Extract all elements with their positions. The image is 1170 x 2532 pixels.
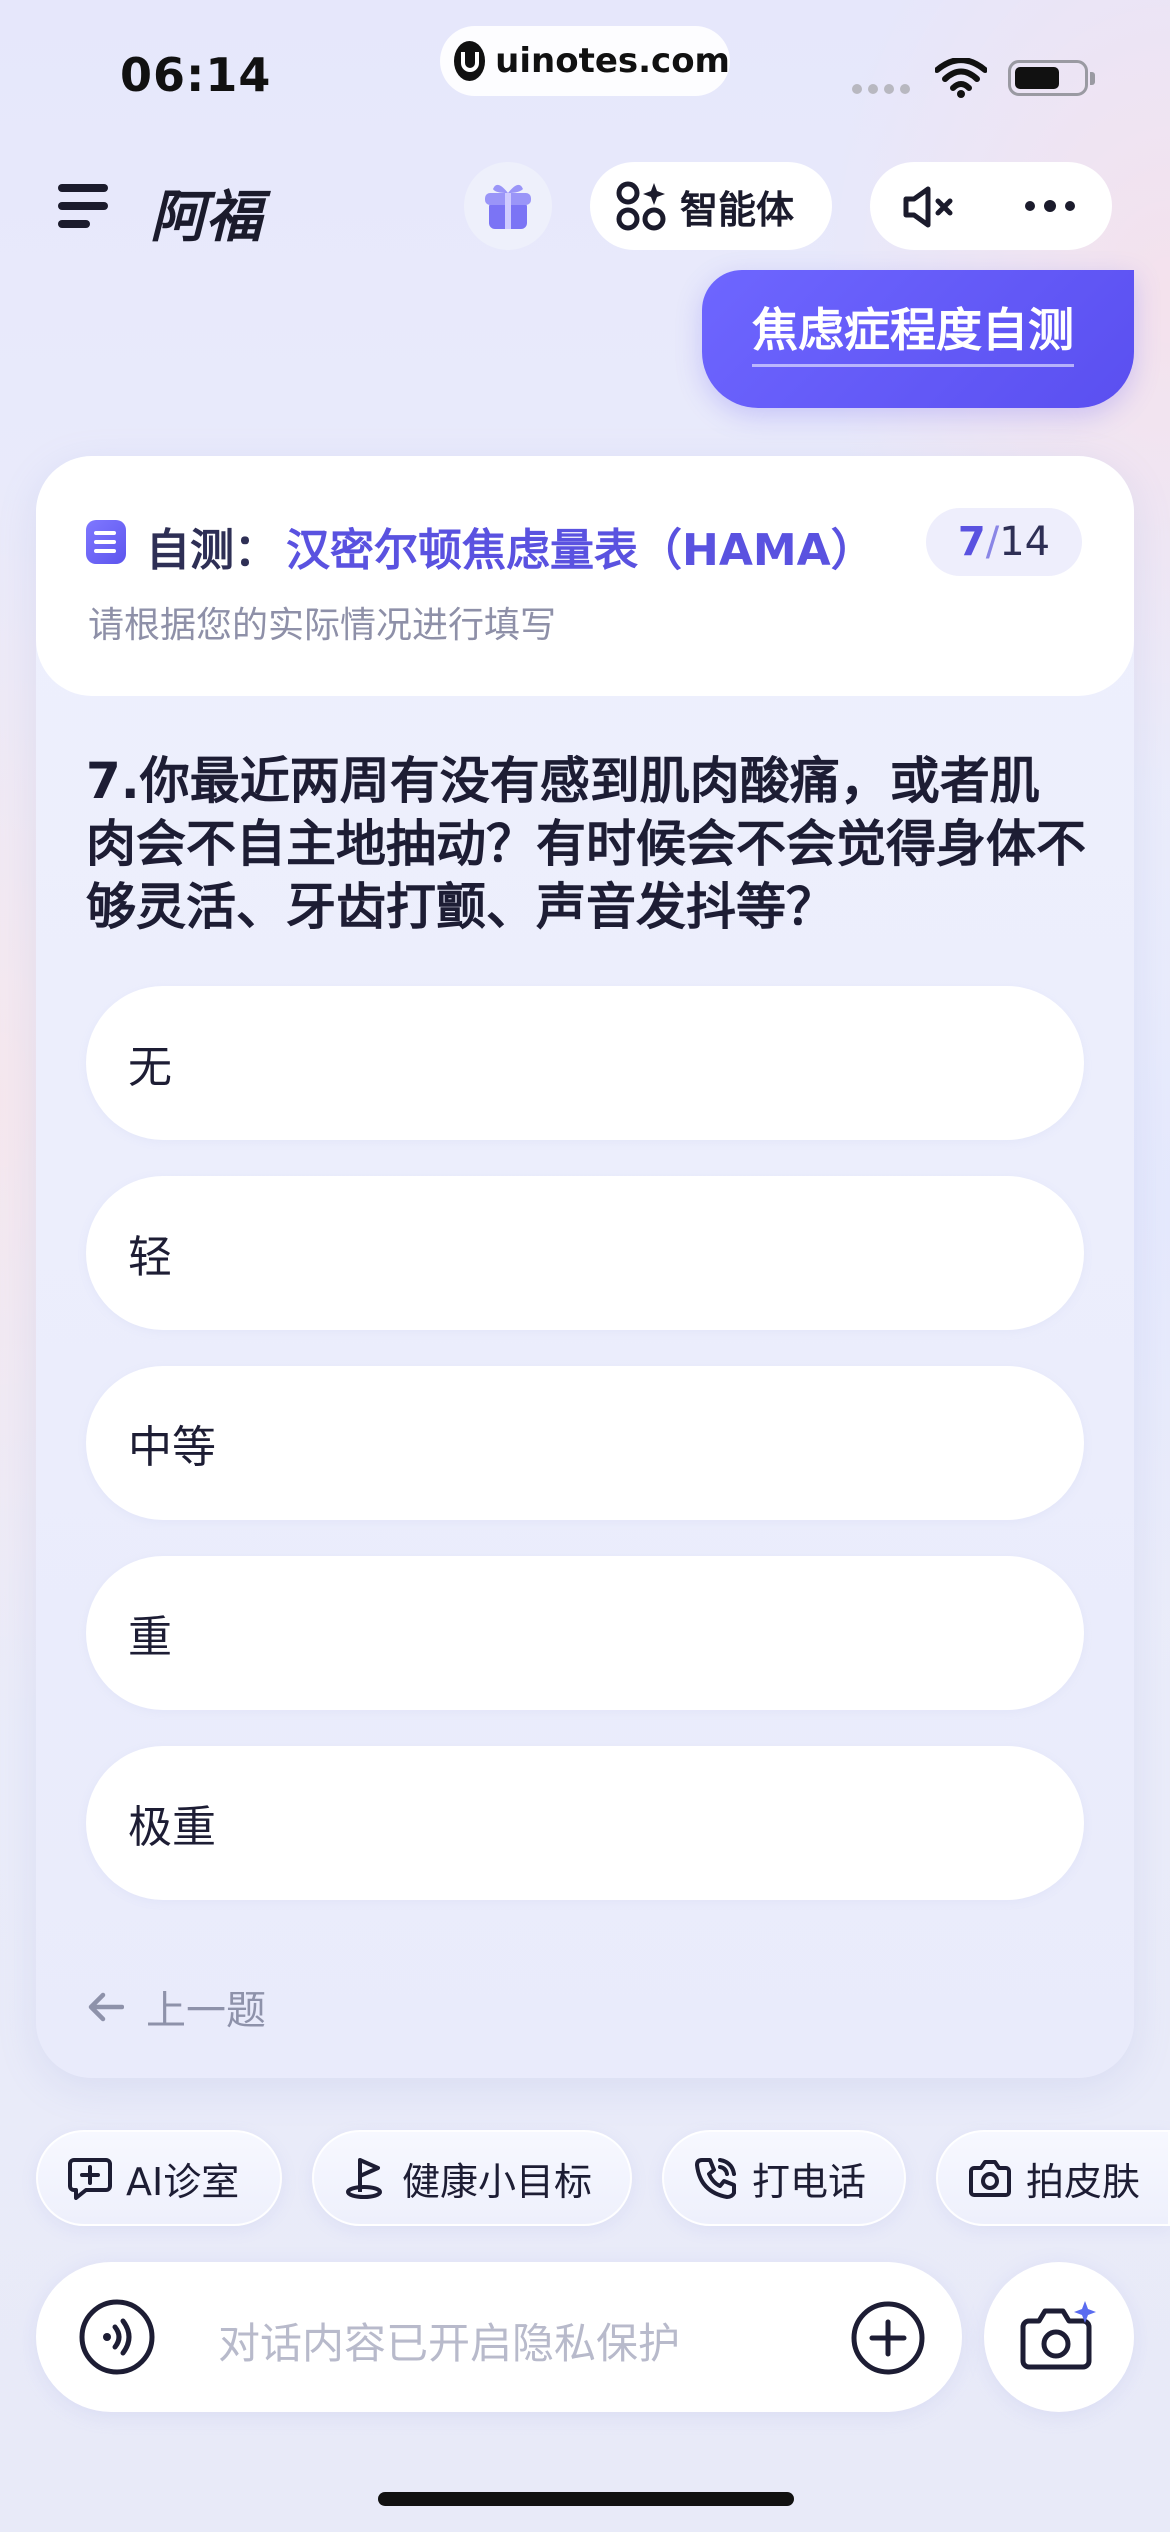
home-indicator xyxy=(378,2492,794,2506)
quiz-title-prefix: 自测： xyxy=(146,525,278,576)
progress-current: 7 xyxy=(957,519,986,565)
option-mild[interactable]: 轻 xyxy=(86,1176,1084,1330)
voice-icon xyxy=(79,2299,155,2375)
add-attachment-icon[interactable] xyxy=(850,2300,926,2376)
site-logo-icon xyxy=(454,41,486,81)
chat-input-field[interactable]: 对话内容已开启隐私保护 xyxy=(218,2310,680,2371)
gift-button[interactable] xyxy=(464,162,552,250)
speaker-mute-icon[interactable] xyxy=(902,186,958,228)
progress-badge: 7/14 xyxy=(926,508,1082,576)
chat-plus-icon xyxy=(68,2158,112,2200)
option-none[interactable]: 无 xyxy=(86,986,1084,1140)
app-title: 阿福 xyxy=(150,185,262,250)
phone-icon xyxy=(695,2158,736,2199)
camera-sparkle-icon xyxy=(1020,2301,1096,2370)
agents-button[interactable]: 智能体 xyxy=(590,162,832,250)
quick-action-label: AI诊室 xyxy=(126,2159,240,2204)
quick-action-label: 打电话 xyxy=(752,2159,867,2204)
list-icon xyxy=(86,520,126,564)
quick-action-skin-photo[interactable]: 拍皮肤 xyxy=(936,2130,1170,2226)
quick-action-label: 健康小目标 xyxy=(402,2159,593,2204)
question-text: 7.你最近两周有没有感到肌肉酸痛，或者肌肉会不自主地抽动？有时候会不会觉得身体不… xyxy=(86,752,1086,936)
camera-button[interactable] xyxy=(984,2262,1134,2412)
user-message-text: 焦虑症程度自测 xyxy=(752,294,1074,367)
battery-cap xyxy=(1090,72,1095,85)
arrow-left-icon xyxy=(88,1992,124,2022)
user-message-bubble: 焦虑症程度自测 xyxy=(702,270,1134,408)
previous-question-button[interactable]: 上一题 xyxy=(88,1978,266,2036)
agents-label: 智能体 xyxy=(680,187,795,232)
url-pill[interactable]: uinotes.com xyxy=(440,26,730,96)
progress-total: 14 xyxy=(999,519,1051,565)
menu-icon[interactable] xyxy=(58,182,110,230)
option-moderate[interactable]: 中等 xyxy=(86,1366,1084,1520)
quiz-title: 汉密尔顿焦虑量表（HAMA） xyxy=(286,525,875,576)
quick-action-label: 拍皮肤 xyxy=(1026,2159,1141,2204)
progress-separator: / xyxy=(985,519,1000,565)
url-text: uinotes.com xyxy=(495,41,730,81)
flag-icon xyxy=(346,2158,382,2199)
quiz-subtitle: 请根据您的实际情况进行填写 xyxy=(88,605,557,646)
gift-icon xyxy=(485,184,531,229)
battery-icon xyxy=(1008,60,1088,96)
option-severe[interactable]: 重 xyxy=(86,1556,1084,1710)
voice-input-button[interactable] xyxy=(70,2290,164,2384)
camera-icon xyxy=(969,2160,1011,2197)
previous-question-label: 上一题 xyxy=(146,1988,266,2034)
quick-action-ai-clinic[interactable]: AI诊室 xyxy=(36,2130,282,2226)
cellular-signal-icon xyxy=(852,84,910,94)
quick-action-health-goal[interactable]: 健康小目标 xyxy=(312,2130,632,2226)
agents-icon xyxy=(616,181,666,231)
more-icon[interactable] xyxy=(1024,198,1076,214)
status-time: 06:14 xyxy=(120,48,272,102)
quick-action-phone-call[interactable]: 打电话 xyxy=(662,2130,906,2226)
option-extreme[interactable]: 极重 xyxy=(86,1746,1084,1900)
wifi-icon xyxy=(935,58,987,98)
controls-pill xyxy=(870,162,1112,250)
